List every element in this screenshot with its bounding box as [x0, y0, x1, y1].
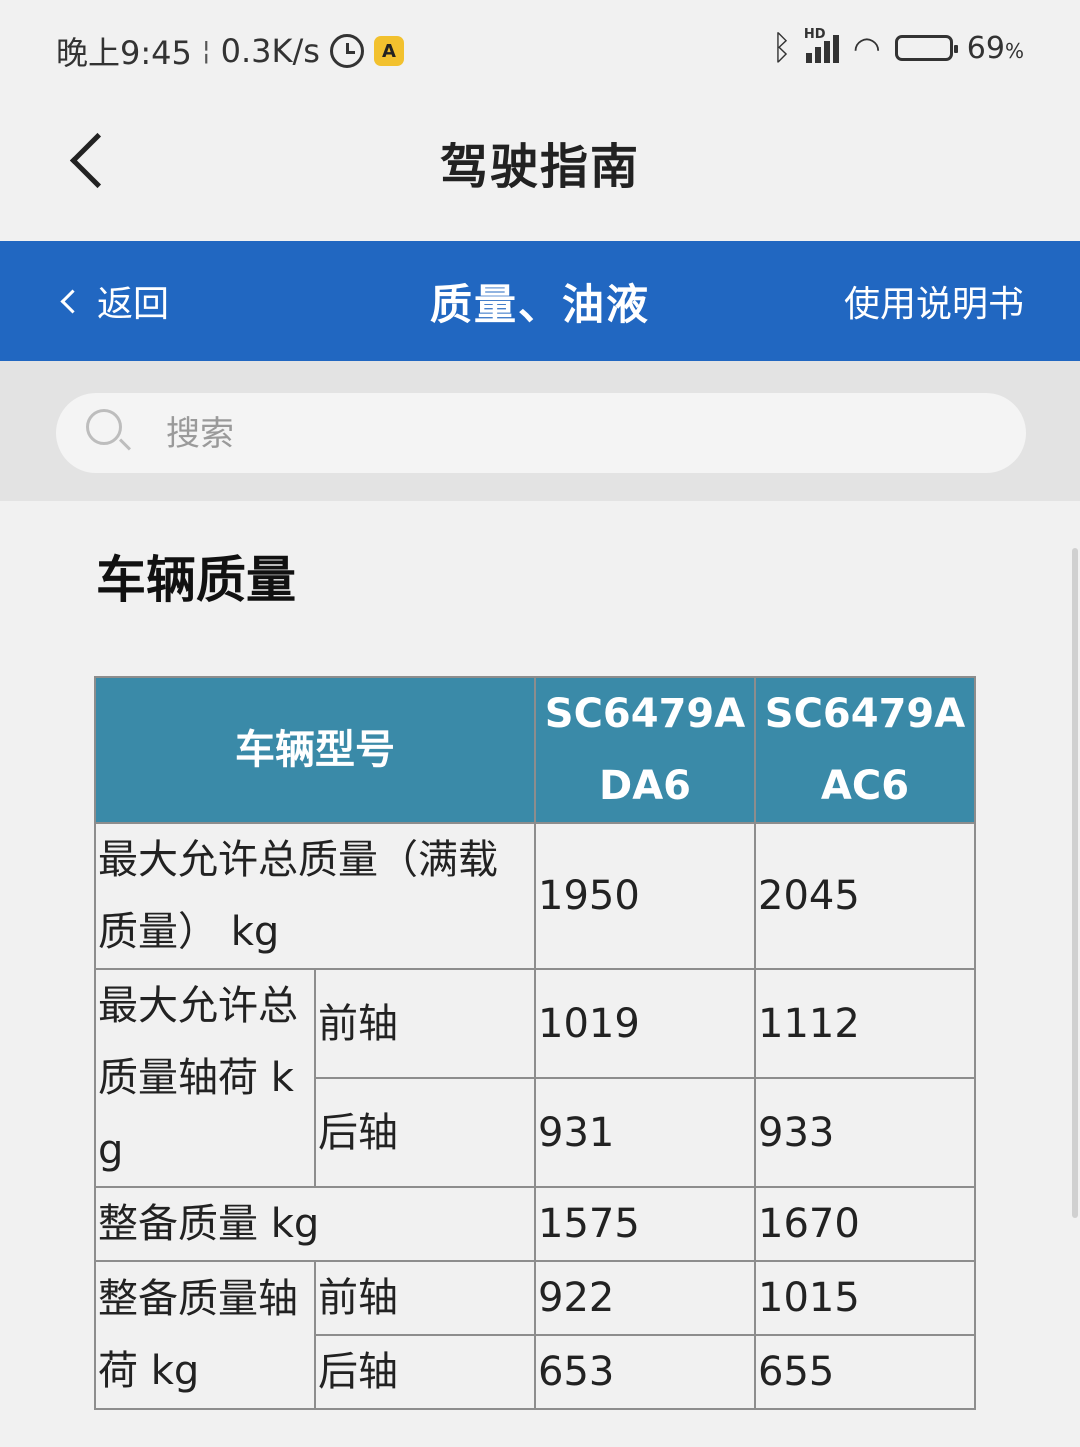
- header-vehicle-model: 车辆型号: [94, 676, 536, 824]
- search-icon: [86, 409, 126, 449]
- search-input[interactable]: [164, 409, 968, 459]
- section-nav-bar: 返回 质量、油液 使用说明书: [0, 241, 1080, 361]
- search-box[interactable]: [56, 393, 1026, 473]
- header-model-b: SC6479AAC6: [754, 676, 976, 824]
- hd-indicator: HD: [803, 27, 826, 42]
- app-notification-icon: A: [373, 36, 404, 66]
- cell-value: 653: [534, 1334, 756, 1410]
- cell-value: 933: [754, 1077, 976, 1188]
- content-heading: 车辆质量: [96, 551, 296, 609]
- cell-value: 1112: [754, 968, 976, 1079]
- network-speed: 0.3K/s: [220, 32, 320, 70]
- table-header-row: 车辆型号 SC6479ADA6 SC6479AAC6: [94, 676, 976, 824]
- axle-label: 后轴: [314, 1334, 536, 1410]
- cell-value: 1575: [534, 1186, 756, 1262]
- cell-value: 1670: [754, 1186, 976, 1262]
- bluetooth-icon: ᛒ: [771, 28, 792, 68]
- cell-value: 931: [534, 1077, 756, 1188]
- battery-percentage: 69%: [966, 30, 1024, 66]
- row-label: 整备质量轴荷 kg: [94, 1260, 316, 1410]
- table-row: 最大允许总质量（满载质量） kg 1950 2045: [94, 822, 976, 970]
- axle-label: 后轴: [314, 1077, 536, 1188]
- table-row: 最大允许总质量轴荷 kg 前轴 1019 1112: [94, 968, 976, 1188]
- cell-value: 1015: [754, 1260, 976, 1336]
- cellular-signal-icon: HD: [804, 27, 839, 63]
- manual-link[interactable]: 使用说明书: [844, 275, 1024, 327]
- row-label: 整备质量 kg: [94, 1186, 536, 1262]
- scrollbar[interactable]: [1072, 548, 1078, 1218]
- search-area: [0, 361, 1080, 501]
- table-row: 整备质量 kg 1575 1670: [94, 1186, 976, 1262]
- title-bar: 驾驶指南: [0, 95, 1080, 241]
- battery-icon: [894, 35, 958, 61]
- axle-label: 前轴: [314, 968, 536, 1079]
- cell-value: 1019: [534, 968, 756, 1079]
- cell-value: 655: [754, 1334, 976, 1410]
- row-label: 最大允许总质量（满载质量） kg: [94, 822, 536, 970]
- cell-value: 1950: [534, 822, 756, 970]
- vehicle-mass-table: 车辆型号 SC6479ADA6 SC6479AAC6 最大允许总质量（满载质量）…: [94, 676, 976, 1410]
- cell-value: 2045: [754, 822, 976, 970]
- wifi-icon: ◠: [852, 29, 881, 67]
- cell-value: 922: [534, 1260, 756, 1336]
- status-left: 晚上9:45 ¦ 0.3K/s A: [56, 28, 404, 74]
- table-row: 整备质量轴荷 kg 前轴 922 1015: [94, 1260, 976, 1410]
- status-separator: ¦: [201, 36, 211, 66]
- clock: 晚上9:45: [56, 34, 192, 72]
- alarm-icon: [329, 34, 364, 68]
- axle-label: 前轴: [314, 1260, 536, 1336]
- status-right: ᛒ HD ◠ 69%: [771, 27, 1024, 68]
- page-title: 驾驶指南: [439, 139, 640, 195]
- row-label: 最大允许总质量轴荷 kg: [94, 968, 316, 1188]
- status-bar: 晚上9:45 ¦ 0.3K/s A ᛒ HD ◠ 69%: [0, 0, 1080, 95]
- header-model-a: SC6479ADA6: [534, 676, 756, 824]
